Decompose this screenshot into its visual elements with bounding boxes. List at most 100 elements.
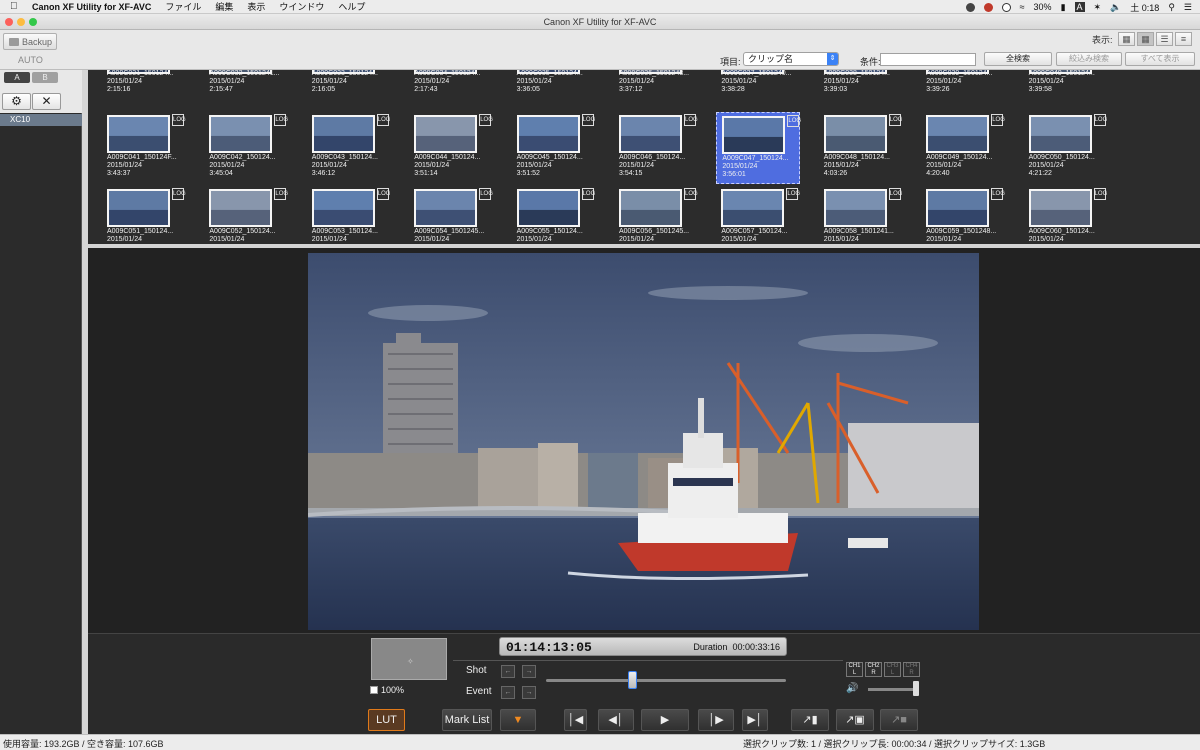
shot-prev-button[interactable]: ← bbox=[501, 665, 515, 678]
clip-thumbnail[interactable] bbox=[107, 115, 170, 153]
eye-icon[interactable] bbox=[1001, 2, 1011, 12]
clip-item[interactable]: LOG A009C044_150124... 2015/01/24 3:51:14 bbox=[409, 112, 493, 184]
show-all-button[interactable]: すべて表示 bbox=[1125, 52, 1195, 66]
export-frame-button[interactable]: ↗▮ bbox=[791, 709, 829, 731]
clip-item[interactable]: LOG A009C052_150124... 2015/01/24 bbox=[204, 186, 288, 246]
menu-view[interactable]: 表示 bbox=[247, 0, 265, 13]
clip-thumbnail[interactable] bbox=[209, 189, 273, 227]
go-to-end-button[interactable]: ▶│ bbox=[742, 709, 768, 731]
channel-2-button[interactable]: CH2 R bbox=[865, 662, 882, 677]
step-back-button[interactable]: ◀│ bbox=[598, 709, 634, 731]
video-frame[interactable] bbox=[308, 253, 979, 630]
clip-item[interactable]: LOG A009C056_1501245... 2015/01/24 bbox=[614, 186, 698, 246]
view-small-thumbs-button[interactable]: ▦ bbox=[1137, 32, 1154, 46]
minimize-window-icon[interactable] bbox=[17, 18, 25, 26]
settings-button[interactable]: ⚙ bbox=[2, 93, 31, 110]
eject-button[interactable]: ✕ bbox=[32, 93, 61, 110]
card-slot-a[interactable]: A bbox=[4, 72, 30, 89]
clip-thumbnail[interactable] bbox=[619, 189, 682, 227]
volume-icon[interactable]: 🔈 bbox=[1110, 2, 1121, 13]
battery-icon[interactable]: ▮ bbox=[1061, 2, 1066, 13]
clip-item[interactable]: LOG A009C045_150124... 2015/01/24 3:51:52 bbox=[512, 112, 596, 184]
lut-button[interactable]: LUT bbox=[368, 709, 405, 731]
channel-4-button[interactable]: CH4 R bbox=[903, 662, 920, 677]
zoom-window-icon[interactable] bbox=[29, 18, 37, 26]
clip-item[interactable]: LOG A009C046_150124... 2015/01/24 3:54:15 bbox=[614, 112, 698, 184]
menu-window[interactable]: ウインドウ bbox=[279, 0, 324, 13]
view-large-thumbs-button[interactable]: ▦ bbox=[1118, 32, 1135, 46]
event-next-button[interactable]: → bbox=[522, 686, 536, 699]
clip-thumbnail[interactable] bbox=[823, 115, 887, 153]
close-window-icon[interactable] bbox=[5, 18, 13, 26]
clip-thumbnail[interactable] bbox=[926, 115, 990, 153]
zoom-checkbox[interactable] bbox=[370, 686, 378, 694]
export-clip-button[interactable]: ↗▣ bbox=[836, 709, 874, 731]
clip-item[interactable]: LOG A009C058_1501241... 2015/01/24 bbox=[819, 186, 903, 246]
clip-item[interactable]: LOG A009C042_150124... 2015/01/24 3:45:04 bbox=[204, 112, 288, 184]
clip-thumbnail[interactable] bbox=[516, 189, 580, 227]
apple-icon[interactable]:  bbox=[10, 1, 24, 12]
menu-help[interactable]: ヘルプ bbox=[338, 0, 365, 13]
item-select[interactable]: クリップ名 ⇕ bbox=[743, 52, 839, 66]
clip-thumbnail[interactable] bbox=[823, 189, 887, 227]
view-details-button[interactable]: ☰ bbox=[1156, 32, 1173, 46]
clip-item[interactable]: LOG A009C060_150124... 2015/01/24 bbox=[1024, 186, 1108, 246]
seek-bar[interactable] bbox=[546, 679, 786, 682]
input-mode-indicator[interactable]: A bbox=[1074, 2, 1085, 12]
spotlight-icon[interactable]: ⚲ bbox=[1168, 2, 1175, 13]
seek-handle[interactable] bbox=[628, 671, 638, 689]
mark-list-button[interactable]: Mark List bbox=[442, 709, 492, 731]
wifi-icon[interactable]: ≈ bbox=[1020, 2, 1025, 12]
notifications-icon[interactable]: ☰ bbox=[1184, 2, 1192, 13]
clip-item[interactable]: LOG A009C048_150124... 2015/01/24 4:03:26 bbox=[819, 112, 903, 184]
channel-1-button[interactable]: CH1 L bbox=[846, 662, 863, 677]
clip-item[interactable]: LOG A009C049_150124... 2015/01/24 4:20:40 bbox=[921, 112, 1005, 184]
clip-item[interactable]: LOG A009C041_150124F... 2015/01/24 3:43:37 bbox=[102, 112, 186, 184]
clip-thumbnail[interactable] bbox=[516, 115, 580, 153]
event-prev-button[interactable]: ← bbox=[501, 686, 515, 699]
volume-slider[interactable] bbox=[868, 688, 916, 691]
clip-thumbnail[interactable] bbox=[107, 189, 170, 227]
clip-item[interactable]: LOG A009C050_150124... 2015/01/24 4:21:22 bbox=[1024, 112, 1108, 184]
card-slot-b[interactable]: B bbox=[32, 72, 58, 89]
search-all-button[interactable]: 全検索 bbox=[984, 52, 1052, 66]
dropbox-icon[interactable] bbox=[965, 2, 975, 12]
clip-thumbnail[interactable] bbox=[414, 115, 478, 153]
clip-item[interactable]: LOG A009C053_150124... 2015/01/24 bbox=[307, 186, 391, 246]
channel-3-button[interactable]: CH3 L bbox=[884, 662, 901, 677]
mini-preview[interactable]: ✧ bbox=[371, 638, 447, 680]
clip-thumbnail[interactable] bbox=[619, 115, 682, 153]
clip-item[interactable]: LOG A009C057_150124... 2015/01/24 bbox=[716, 186, 800, 246]
clock[interactable]: 土 0:18 bbox=[1130, 1, 1159, 14]
play-button[interactable]: ▶ bbox=[641, 709, 689, 731]
export-marks-button[interactable]: ↗■ bbox=[880, 709, 918, 731]
clip-item[interactable]: LOG A009C059_1501248... 2015/01/24 bbox=[921, 186, 1005, 246]
condition-input[interactable] bbox=[880, 53, 976, 66]
clip-thumbnail[interactable] bbox=[209, 115, 273, 153]
backup-button[interactable]: Backup bbox=[3, 33, 57, 50]
menu-file[interactable]: ファイル bbox=[165, 0, 201, 13]
clip-item[interactable]: LOG A009C047_150124... 2015/01/24 3:56:01 bbox=[716, 112, 801, 184]
filter-search-button[interactable]: 絞込み検索 bbox=[1056, 52, 1122, 66]
clip-thumbnail[interactable] bbox=[1028, 115, 1092, 153]
add-mark-button[interactable]: ▼ bbox=[500, 709, 536, 731]
clip-thumbnail[interactable] bbox=[311, 115, 375, 153]
clip-item[interactable]: LOG A009C055_150124... 2015/01/24 bbox=[512, 186, 596, 246]
record-icon[interactable] bbox=[983, 2, 993, 12]
shot-next-button[interactable]: → bbox=[522, 665, 536, 678]
clip-thumbnail[interactable] bbox=[721, 189, 785, 227]
volume-handle[interactable] bbox=[913, 681, 919, 696]
go-to-start-button[interactable]: │◀ bbox=[564, 709, 587, 731]
step-forward-button[interactable]: │▶ bbox=[698, 709, 734, 731]
clip-thumbnail[interactable] bbox=[311, 189, 375, 227]
clip-thumbnail[interactable] bbox=[722, 116, 786, 154]
bluetooth-icon[interactable]: ✶ bbox=[1094, 2, 1102, 13]
clip-thumbnail[interactable] bbox=[1028, 189, 1092, 227]
view-list-button[interactable]: ≡ bbox=[1175, 32, 1192, 46]
clip-item[interactable]: LOG A009C043_150124... 2015/01/24 3:46:12 bbox=[307, 112, 391, 184]
sidebar-item-xc10[interactable]: XC10 bbox=[0, 114, 82, 126]
menu-edit[interactable]: 編集 bbox=[215, 0, 233, 13]
speaker-icon[interactable]: 🔊 bbox=[846, 683, 860, 695]
clip-item[interactable]: LOG A009C051_150124... 2015/01/24 bbox=[102, 186, 186, 246]
clip-item[interactable]: LOG A009C054_1501245... 2015/01/24 bbox=[409, 186, 493, 246]
